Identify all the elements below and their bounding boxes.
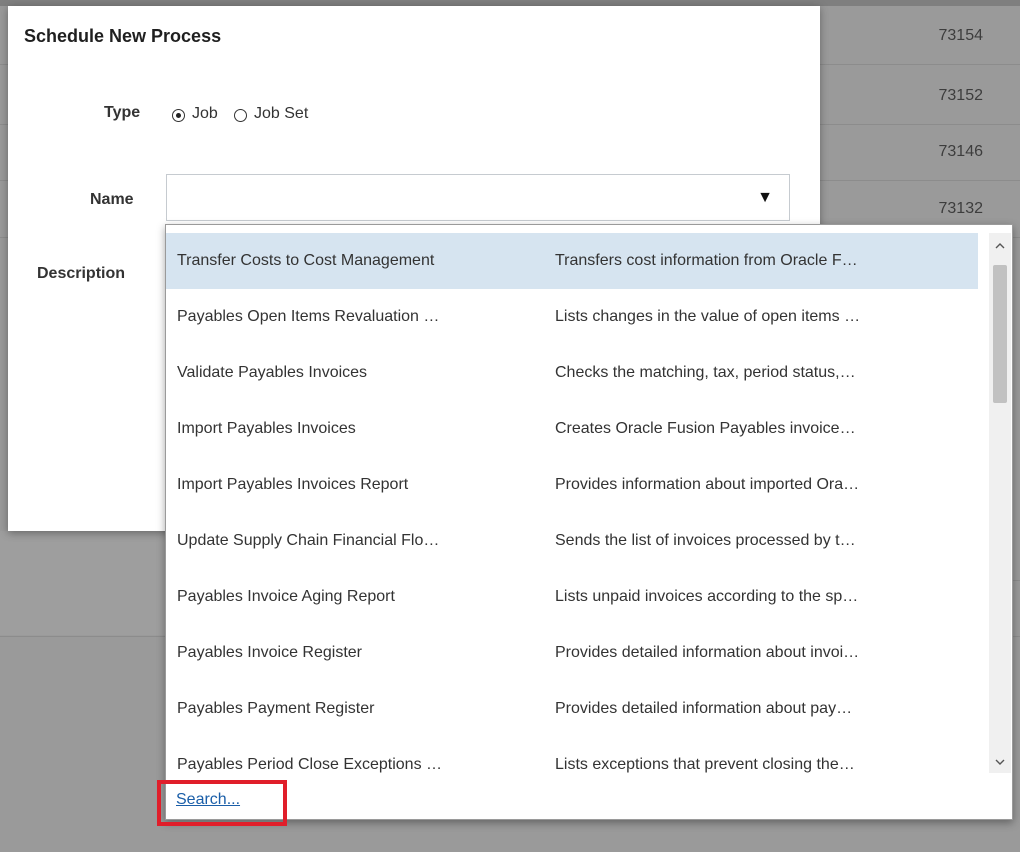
job-description: Provides detailed information about invo… bbox=[555, 644, 860, 661]
list-item[interactable]: Import Payables Invoices Creates Oracle … bbox=[166, 401, 978, 457]
list-item[interactable]: Payables Period Close Exceptions … Lists… bbox=[166, 737, 978, 793]
job-name: Update Supply Chain Financial Flo… bbox=[177, 532, 440, 549]
job-description: Creates Oracle Fusion Payables invoice… bbox=[555, 420, 856, 437]
dropdown-options: Transfer Costs to Cost Management Transf… bbox=[166, 233, 978, 793]
description-label: Description bbox=[37, 265, 126, 282]
name-dropdown-list: Transfer Costs to Cost Management Transf… bbox=[165, 224, 1013, 820]
chevron-up-icon[interactable] bbox=[989, 237, 1011, 255]
scrollbar-thumb[interactable] bbox=[993, 265, 1007, 403]
triangle-down-icon: ▼ bbox=[757, 188, 773, 206]
job-name: Transfer Costs to Cost Management bbox=[177, 252, 435, 269]
job-description: Transfers cost information from Oracle F… bbox=[555, 252, 858, 269]
list-item[interactable]: Validate Payables Invoices Checks the ma… bbox=[166, 345, 978, 401]
job-description: Checks the matching, tax, period status,… bbox=[555, 364, 856, 381]
list-item[interactable]: Transfer Costs to Cost Management Transf… bbox=[166, 233, 978, 289]
job-name: Payables Payment Register bbox=[177, 700, 375, 717]
job-name: Import Payables Invoices bbox=[177, 420, 356, 437]
job-description: Provides detailed information about pay… bbox=[555, 700, 853, 717]
list-item[interactable]: Import Payables Invoices Report Provides… bbox=[166, 457, 978, 513]
job-description: Provides information about imported Ora… bbox=[555, 476, 860, 493]
dropdown-toggle-button[interactable]: ▼ bbox=[741, 175, 789, 220]
background-id: 73146 bbox=[938, 143, 984, 160]
dialog-title: Schedule New Process bbox=[24, 26, 222, 46]
list-item[interactable]: Update Supply Chain Financial Flo… Sends… bbox=[166, 513, 978, 569]
job-name: Payables Invoice Aging Report bbox=[177, 588, 395, 605]
list-item[interactable]: Payables Open Items Revaluation … Lists … bbox=[166, 289, 978, 345]
chevron-down-icon[interactable] bbox=[989, 753, 1011, 771]
radio-job[interactable] bbox=[172, 109, 185, 122]
name-label: Name bbox=[90, 191, 134, 208]
radio-job-set[interactable] bbox=[234, 109, 247, 122]
job-description: Lists unpaid invoices according to the s… bbox=[555, 588, 859, 605]
radio-job-set-label[interactable]: Job Set bbox=[254, 105, 308, 123]
list-item[interactable]: Payables Invoice Register Provides detai… bbox=[166, 625, 978, 681]
job-name: Validate Payables Invoices bbox=[177, 364, 368, 381]
job-description: Sends the list of invoices processed by … bbox=[555, 532, 856, 549]
background-panel bbox=[0, 531, 166, 635]
radio-job-label[interactable]: Job bbox=[192, 105, 218, 123]
job-description: Lists exceptions that prevent closing th… bbox=[555, 756, 855, 773]
list-item[interactable]: Payables Payment Register Provides detai… bbox=[166, 681, 978, 737]
type-label: Type bbox=[104, 104, 141, 121]
job-name: Payables Open Items Revaluation … bbox=[177, 308, 440, 325]
list-item[interactable]: Payables Invoice Aging Report Lists unpa… bbox=[166, 569, 978, 625]
name-combobox[interactable]: ▼ bbox=[166, 174, 790, 221]
job-description: Lists changes in the value of open items… bbox=[555, 308, 861, 325]
background-id: 73154 bbox=[938, 27, 984, 44]
job-name: Payables Invoice Register bbox=[177, 644, 362, 661]
list-scrollbar[interactable] bbox=[989, 233, 1011, 773]
job-name: Import Payables Invoices Report bbox=[177, 476, 409, 493]
background-id: 73152 bbox=[938, 87, 984, 104]
highlight-box bbox=[157, 780, 287, 826]
